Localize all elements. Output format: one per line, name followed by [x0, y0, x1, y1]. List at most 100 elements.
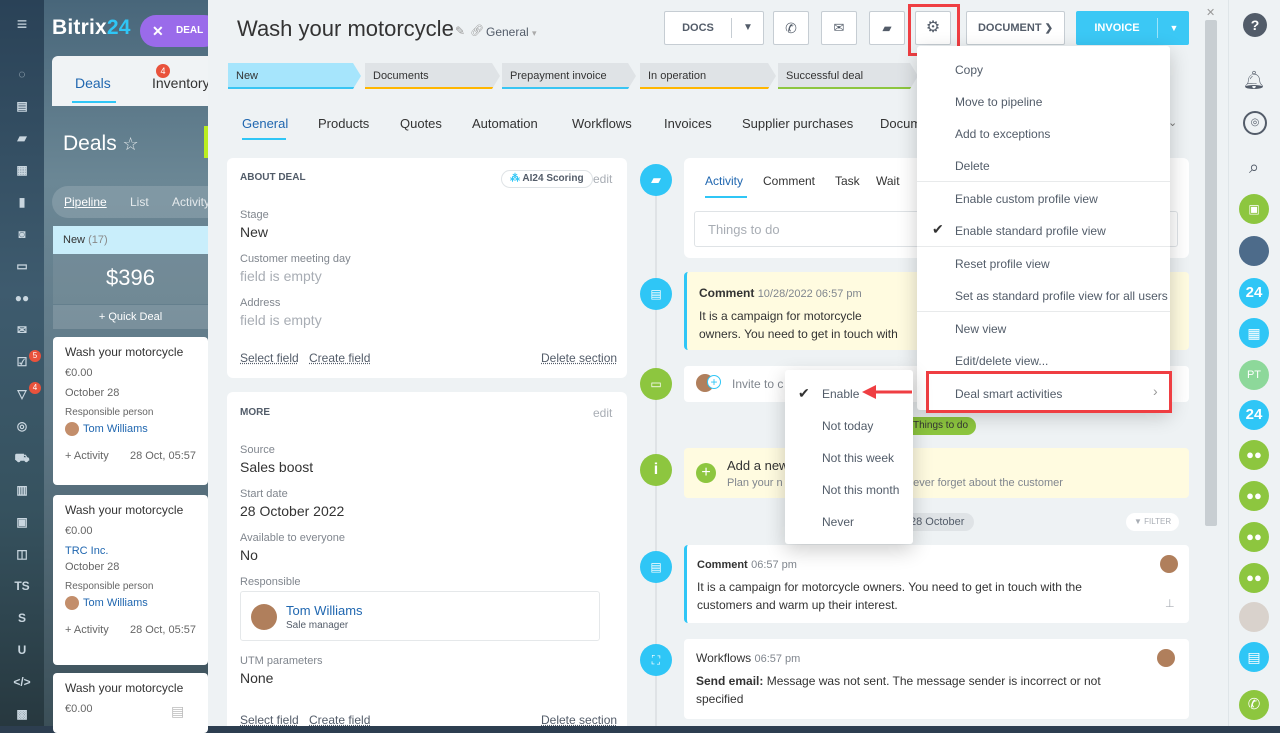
tab-general[interactable]: General: [242, 116, 288, 131]
plus-icon[interactable]: +: [707, 375, 721, 389]
help-icon[interactable]: ?: [1243, 13, 1267, 37]
add-activity-entry[interactable]: + Add a new Plan your n never forget abo…: [684, 448, 1189, 498]
deal-card-title[interactable]: Wash your motorcycle: [65, 681, 196, 695]
tab-documents[interactable]: Documents: [880, 116, 918, 131]
chat-button[interactable]: ▰: [869, 11, 905, 45]
group-icon[interactable]: ●●: [1239, 522, 1269, 552]
view-activity[interactable]: Activity: [172, 186, 210, 218]
menu-item-add-to-exceptions[interactable]: Add to exceptions: [955, 127, 1050, 141]
deal-card[interactable]: Wash your motorcycle €0.00 ▤: [53, 673, 208, 733]
edit-pencil-icon[interactable]: ✎: [455, 24, 465, 38]
drive-icon[interactable]: ▭: [12, 256, 32, 276]
workflow-entry[interactable]: Workflows 06:57 pm Send email: Message w…: [684, 639, 1189, 719]
responsible-name[interactable]: Tom Williams: [286, 603, 363, 618]
deal-card-person[interactable]: Tom Williams: [65, 422, 196, 436]
tab-supplier-purchases[interactable]: Supplier purchases: [742, 116, 853, 131]
edit-link[interactable]: edit: [593, 172, 612, 186]
deal-card-title[interactable]: Wash your motorcycle: [65, 503, 196, 517]
scrollbar[interactable]: [1205, 20, 1217, 526]
feed-icon[interactable]: ◌: [12, 64, 32, 84]
stage-documents[interactable]: Documents: [365, 63, 500, 89]
tab-products[interactable]: Products: [318, 116, 369, 131]
docs-icon[interactable]: ▮: [12, 192, 32, 212]
ai-scoring-badge[interactable]: ⁂ AI24 Scoring: [501, 170, 593, 188]
submenu-item-not-this-month[interactable]: Not this month: [822, 483, 899, 497]
avatar-pt[interactable]: PT: [1239, 360, 1269, 390]
field-value[interactable]: None: [240, 670, 614, 686]
deal-card[interactable]: Wash your motorcycle €0.00 October 28 Re…: [53, 337, 208, 485]
phone-icon[interactable]: ✆: [1239, 690, 1269, 720]
delete-section-link[interactable]: Delete section: [541, 351, 617, 365]
menu-icon[interactable]: ≡: [12, 14, 32, 34]
submenu-item-never[interactable]: Never: [822, 515, 854, 529]
view-list[interactable]: List: [130, 186, 149, 218]
tab-automation[interactable]: Automation: [472, 116, 538, 131]
field-value[interactable]: 28 October 2022: [240, 503, 614, 519]
group-icon[interactable]: ●●: [1239, 481, 1269, 511]
workgroup-icon[interactable]: ▣: [1239, 194, 1269, 224]
store-icon[interactable]: ▥: [12, 480, 32, 500]
stage-in-operation[interactable]: In operation: [640, 63, 776, 89]
menu-item-new-view[interactable]: New view: [955, 322, 1006, 336]
mail-icon[interactable]: ✉: [12, 320, 32, 340]
group-icon[interactable]: ●●: [1239, 563, 1269, 593]
tab-task[interactable]: Task: [835, 174, 860, 188]
menu-item-move-to-pipeline[interactable]: Move to pipeline: [955, 95, 1042, 109]
u-icon[interactable]: U: [12, 640, 32, 660]
menu-item-reset-profile-view[interactable]: Reset profile view: [955, 257, 1050, 271]
stage-successful-deal[interactable]: Successful deal: [778, 63, 918, 89]
bell-icon[interactable]: 🔔︎: [1239, 65, 1269, 95]
s-icon[interactable]: S: [12, 608, 32, 628]
add-activity-link[interactable]: + Activity: [65, 450, 109, 462]
cart-icon[interactable]: ⛟: [12, 448, 32, 468]
field-value[interactable]: No: [240, 547, 614, 563]
select-field-link[interactable]: Select field: [240, 351, 299, 365]
tab-comment[interactable]: Comment: [763, 174, 815, 188]
group-icon[interactable]: ●●: [1239, 440, 1269, 470]
tab-wait[interactable]: Wait: [876, 174, 900, 188]
menu-item-enable-standard-profile-view[interactable]: Enable standard profile view: [955, 224, 1106, 238]
team-icon[interactable]: ●●: [12, 288, 32, 308]
deal-card[interactable]: Wash your motorcycle €0.00 TRC Inc. Octo…: [53, 495, 208, 665]
tab-workflows[interactable]: Workflows: [572, 116, 632, 131]
select-field-link[interactable]: Select field: [240, 713, 299, 726]
call-button[interactable]: ✆: [773, 11, 809, 45]
add-activity-link[interactable]: + Activity: [65, 624, 109, 636]
comment-entry[interactable]: Comment 06:57 pm It is a campaign for mo…: [684, 545, 1189, 623]
field-value[interactable]: Sales boost: [240, 459, 614, 475]
deal-card-title[interactable]: Wash your motorcycle: [65, 345, 196, 359]
field-value[interactable]: New: [240, 224, 614, 240]
delete-section-link[interactable]: Delete section: [541, 713, 617, 726]
ts-icon[interactable]: TS: [12, 576, 32, 596]
tab-invoices[interactable]: Invoices: [664, 116, 712, 131]
bitrix24-icon[interactable]: 24: [1239, 278, 1269, 308]
print-icon[interactable]: ▤: [171, 703, 184, 720]
calendar-icon[interactable]: ▦: [1239, 318, 1269, 348]
menu-item-edit-delete-view[interactable]: Edit/delete view...: [955, 354, 1048, 368]
submenu-item-not-this-week[interactable]: Not this week: [822, 451, 894, 465]
search-icon[interactable]: ⌕: [1239, 152, 1269, 182]
deal-card-person[interactable]: Tom Williams: [65, 596, 196, 610]
create-field-link[interactable]: Create field: [309, 351, 370, 365]
responsible-box[interactable]: Tom Williams Sale manager: [240, 591, 600, 641]
tasks-icon[interactable]: ▤: [12, 96, 32, 116]
avatar[interactable]: [1239, 236, 1269, 266]
robot-icon[interactable]: ◙: [12, 224, 32, 244]
calendar-icon[interactable]: ▦: [12, 160, 32, 180]
email-button[interactable]: ✉: [821, 11, 857, 45]
quick-deal-button[interactable]: + Quick Deal: [53, 305, 208, 329]
tab-deals[interactable]: Deals: [75, 75, 111, 91]
submenu-item-not-today[interactable]: Not today: [822, 419, 873, 433]
code-icon[interactable]: </>: [12, 672, 32, 692]
contact-icon[interactable]: ▣: [12, 512, 32, 532]
edit-link[interactable]: edit: [593, 406, 612, 420]
menu-item-delete[interactable]: Delete: [955, 159, 990, 173]
submenu-item-enable[interactable]: Enable: [822, 387, 859, 401]
filter-button[interactable]: ▼ FILTER: [1126, 513, 1180, 531]
star-icon[interactable]: ☆: [123, 134, 139, 154]
field-value[interactable]: field is empty: [240, 312, 614, 328]
plus-icon[interactable]: +: [696, 463, 716, 483]
search-chat-icon[interactable]: ◎: [1243, 111, 1267, 135]
menu-item-set-standard-profile-view[interactable]: Set as standard profile view for all use…: [955, 289, 1168, 303]
close-icon[interactable]: ✕: [1206, 6, 1215, 19]
